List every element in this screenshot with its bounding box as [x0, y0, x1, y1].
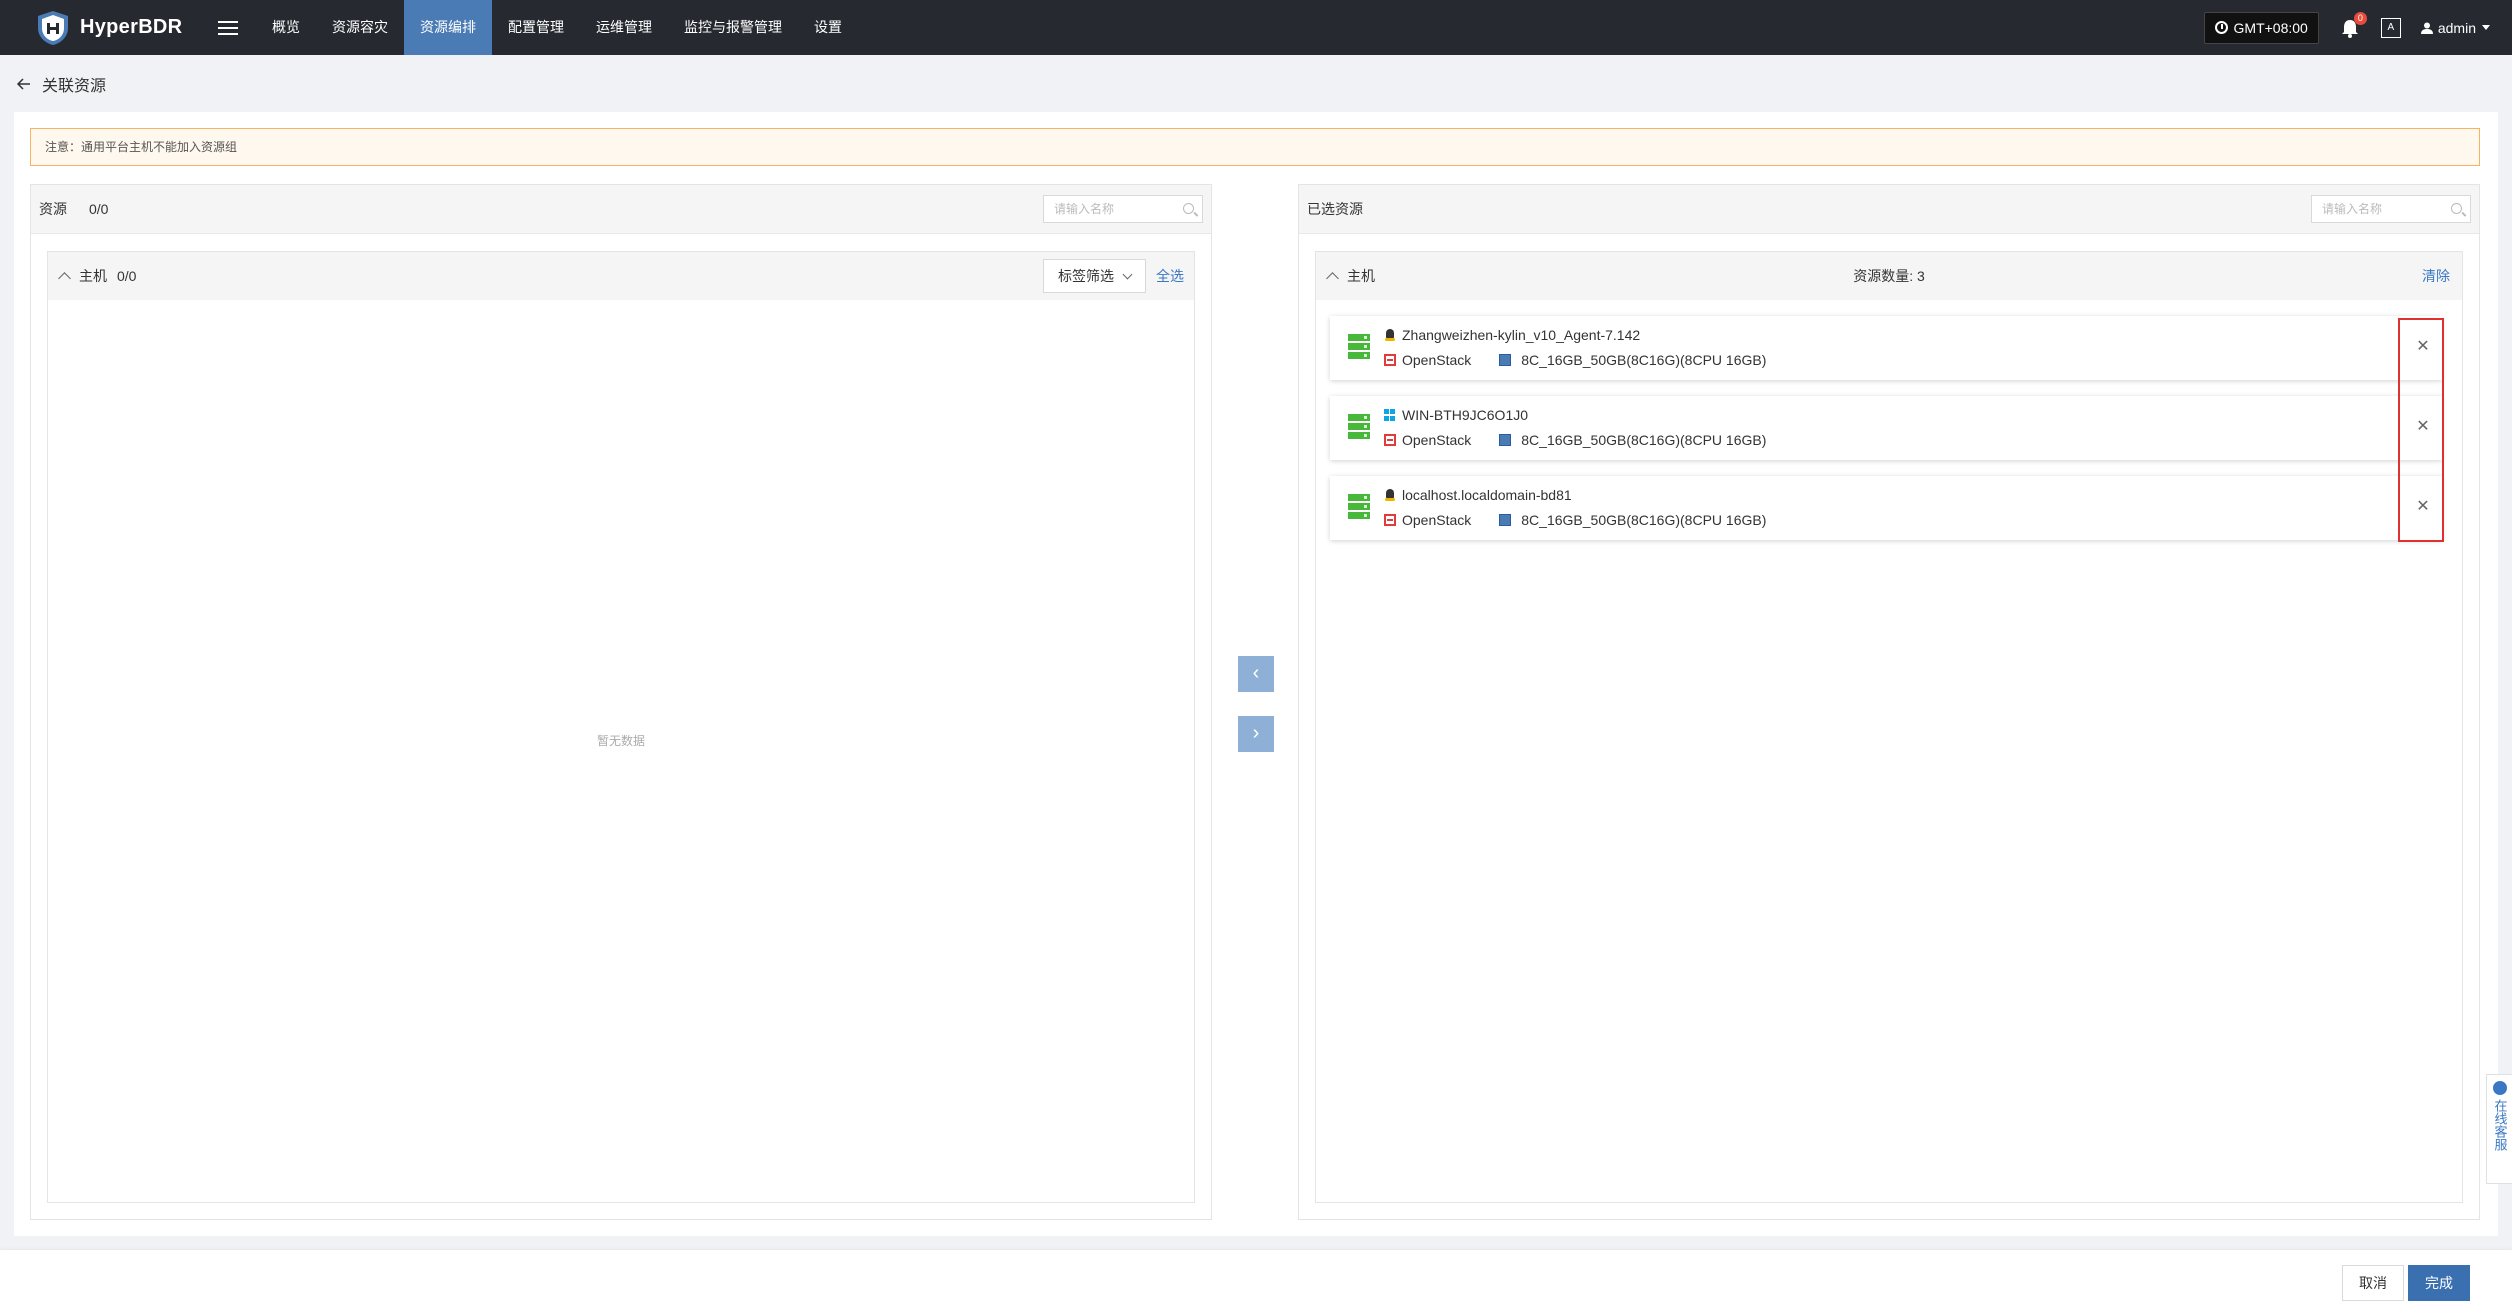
search-placeholder: 请输入名称 — [1054, 202, 1115, 216]
search-icon — [1183, 203, 1194, 214]
user-icon — [2420, 22, 2433, 34]
footer-bar: 取消 完成 — [0, 1250, 2512, 1314]
cancel-button[interactable]: 取消 — [2342, 1265, 2404, 1301]
flavor-icon — [1499, 434, 1512, 446]
platform-label: OpenStack — [1402, 432, 1472, 448]
linux-icon — [1384, 329, 1396, 341]
close-icon[interactable]: ✕ — [2414, 338, 2432, 356]
top-navbar: HyperBDR 概览 资源容灾 资源编排 配置管理 运维管理 监控与报警管理 … — [0, 0, 2512, 55]
linux-icon — [1384, 489, 1396, 501]
online-service-label: 在线客服 — [2492, 1099, 2508, 1151]
clock-icon — [2214, 21, 2228, 34]
move-right-button[interactable]: › — [1238, 716, 1274, 752]
clear-link[interactable]: 清除 — [2422, 252, 2450, 300]
caret-down-icon — [2482, 25, 2490, 30]
nav-resource-dr[interactable]: 资源容灾 — [316, 0, 404, 55]
page-header: 关联资源 — [16, 72, 106, 96]
available-resources-panel: 资源 0/0 请输入名称 主机 0/0 标签筛选 全选 暂无数据 — [30, 184, 1212, 1220]
chevron-up-icon[interactable] — [58, 272, 71, 285]
search-icon — [2451, 203, 2462, 214]
selected-resources-panel: 已选资源 请输入名称 主机 资源数量: 3 清除 Zhangweizhen-ky… — [1298, 184, 2480, 1220]
nav-overview[interactable]: 概览 — [256, 0, 316, 55]
username: admin — [2437, 19, 2476, 36]
panel-title: 已选资源 — [1307, 201, 1363, 217]
back-arrow-icon[interactable] — [16, 76, 32, 92]
openstack-icon — [1384, 354, 1396, 366]
move-left-button[interactable]: ‹ — [1238, 656, 1274, 692]
panel-title: 资源 — [39, 201, 67, 217]
server-icon — [1348, 334, 1370, 360]
host-name: Zhangweizhen-kylin_v10_Agent-7.142 — [1402, 327, 1641, 343]
page-title: 关联资源 — [42, 78, 107, 95]
nav-ops[interactable]: 运维管理 — [580, 0, 668, 55]
notification-badge: 0 — [2353, 11, 2367, 25]
search-input[interactable]: 请输入名称 — [1043, 195, 1203, 223]
nav-settings[interactable]: 设置 — [798, 0, 858, 55]
user-menu[interactable]: admin — [2420, 19, 2490, 36]
nav-monitoring[interactable]: 监控与报警管理 — [668, 0, 798, 55]
logo[interactable]: HyperBDR — [36, 10, 196, 46]
timezone-label: GMT+08:00 — [2233, 19, 2308, 36]
flavor-icon — [1499, 514, 1512, 526]
tag-filter-dropdown[interactable]: 标签筛选 — [1043, 259, 1146, 293]
language-icon[interactable]: A — [2380, 17, 2401, 38]
list-item: Zhangweizhen-kylin_v10_Agent-7.142 OpenS… — [1330, 316, 2442, 380]
online-service-button[interactable]: 在线客服 — [2486, 1074, 2512, 1184]
empty-state: 暂无数据 — [596, 734, 645, 748]
chevron-down-icon — [1122, 269, 1133, 279]
headset-icon — [2492, 1081, 2507, 1095]
openstack-icon — [1384, 514, 1396, 526]
select-all-link[interactable]: 全选 — [1156, 252, 1184, 300]
timezone-button[interactable]: GMT+08:00 — [2203, 11, 2319, 44]
nav-resource-orchestration[interactable]: 资源编排 — [404, 0, 492, 55]
server-icon — [1348, 414, 1370, 440]
main-nav: 概览 资源容灾 资源编排 配置管理 运维管理 监控与报警管理 设置 — [256, 0, 858, 55]
main-card: 注意：通用平台主机不能加入资源组 资源 0/0 请输入名称 主机 0/0 标签筛… — [14, 112, 2498, 1236]
tag-filter-label: 标签筛选 — [1058, 268, 1114, 284]
server-icon — [1348, 494, 1370, 520]
complete-button[interactable]: 完成 — [2408, 1265, 2470, 1301]
flavor-icon — [1499, 354, 1512, 366]
host-name: localhost.localdomain-bd81 — [1402, 487, 1572, 503]
openstack-icon — [1384, 434, 1396, 446]
platform-label: OpenStack — [1402, 512, 1472, 528]
windows-icon — [1384, 409, 1396, 421]
resource-quantity: 资源数量: 3 — [1853, 268, 1925, 284]
close-icon[interactable]: ✕ — [2414, 418, 2432, 436]
host-name: WIN-BTH9JC6O1J0 — [1402, 407, 1529, 423]
close-icon[interactable]: ✕ — [2414, 498, 2432, 516]
group-title: 主机 — [1347, 268, 1375, 284]
platform-label: OpenStack — [1402, 352, 1472, 368]
notification-button[interactable]: 0 — [2341, 11, 2367, 38]
spec-label: 8C_16GB_50GB(8C16G)(8CPU 16GB) — [1521, 512, 1767, 528]
shield-logo-icon — [38, 10, 68, 45]
nav-config[interactable]: 配置管理 — [492, 0, 580, 55]
chevron-up-icon[interactable] — [1326, 272, 1339, 285]
group-count: 0/0 — [117, 268, 137, 284]
list-item: WIN-BTH9JC6O1J0 OpenStack 8C_16GB_50GB(8… — [1330, 396, 2442, 460]
menu-toggle-icon[interactable] — [218, 20, 238, 35]
notice-banner: 注意：通用平台主机不能加入资源组 — [30, 128, 2480, 166]
selected-host-group: 主机 资源数量: 3 清除 Zhangweizhen-kylin_v10_Age… — [1315, 251, 2463, 1203]
resource-count: 0/0 — [89, 201, 109, 217]
group-title: 主机 — [79, 268, 107, 284]
brand-name: HyperBDR — [80, 16, 183, 38]
search-placeholder: 请输入名称 — [2322, 202, 2383, 216]
search-input[interactable]: 请输入名称 — [2311, 195, 2471, 223]
spec-label: 8C_16GB_50GB(8C16G)(8CPU 16GB) — [1521, 432, 1767, 448]
host-group: 主机 0/0 标签筛选 全选 暂无数据 — [47, 251, 1195, 1203]
spec-label: 8C_16GB_50GB(8C16G)(8CPU 16GB) — [1521, 352, 1767, 368]
list-item: localhost.localdomain-bd81 OpenStack 8C_… — [1330, 476, 2442, 540]
